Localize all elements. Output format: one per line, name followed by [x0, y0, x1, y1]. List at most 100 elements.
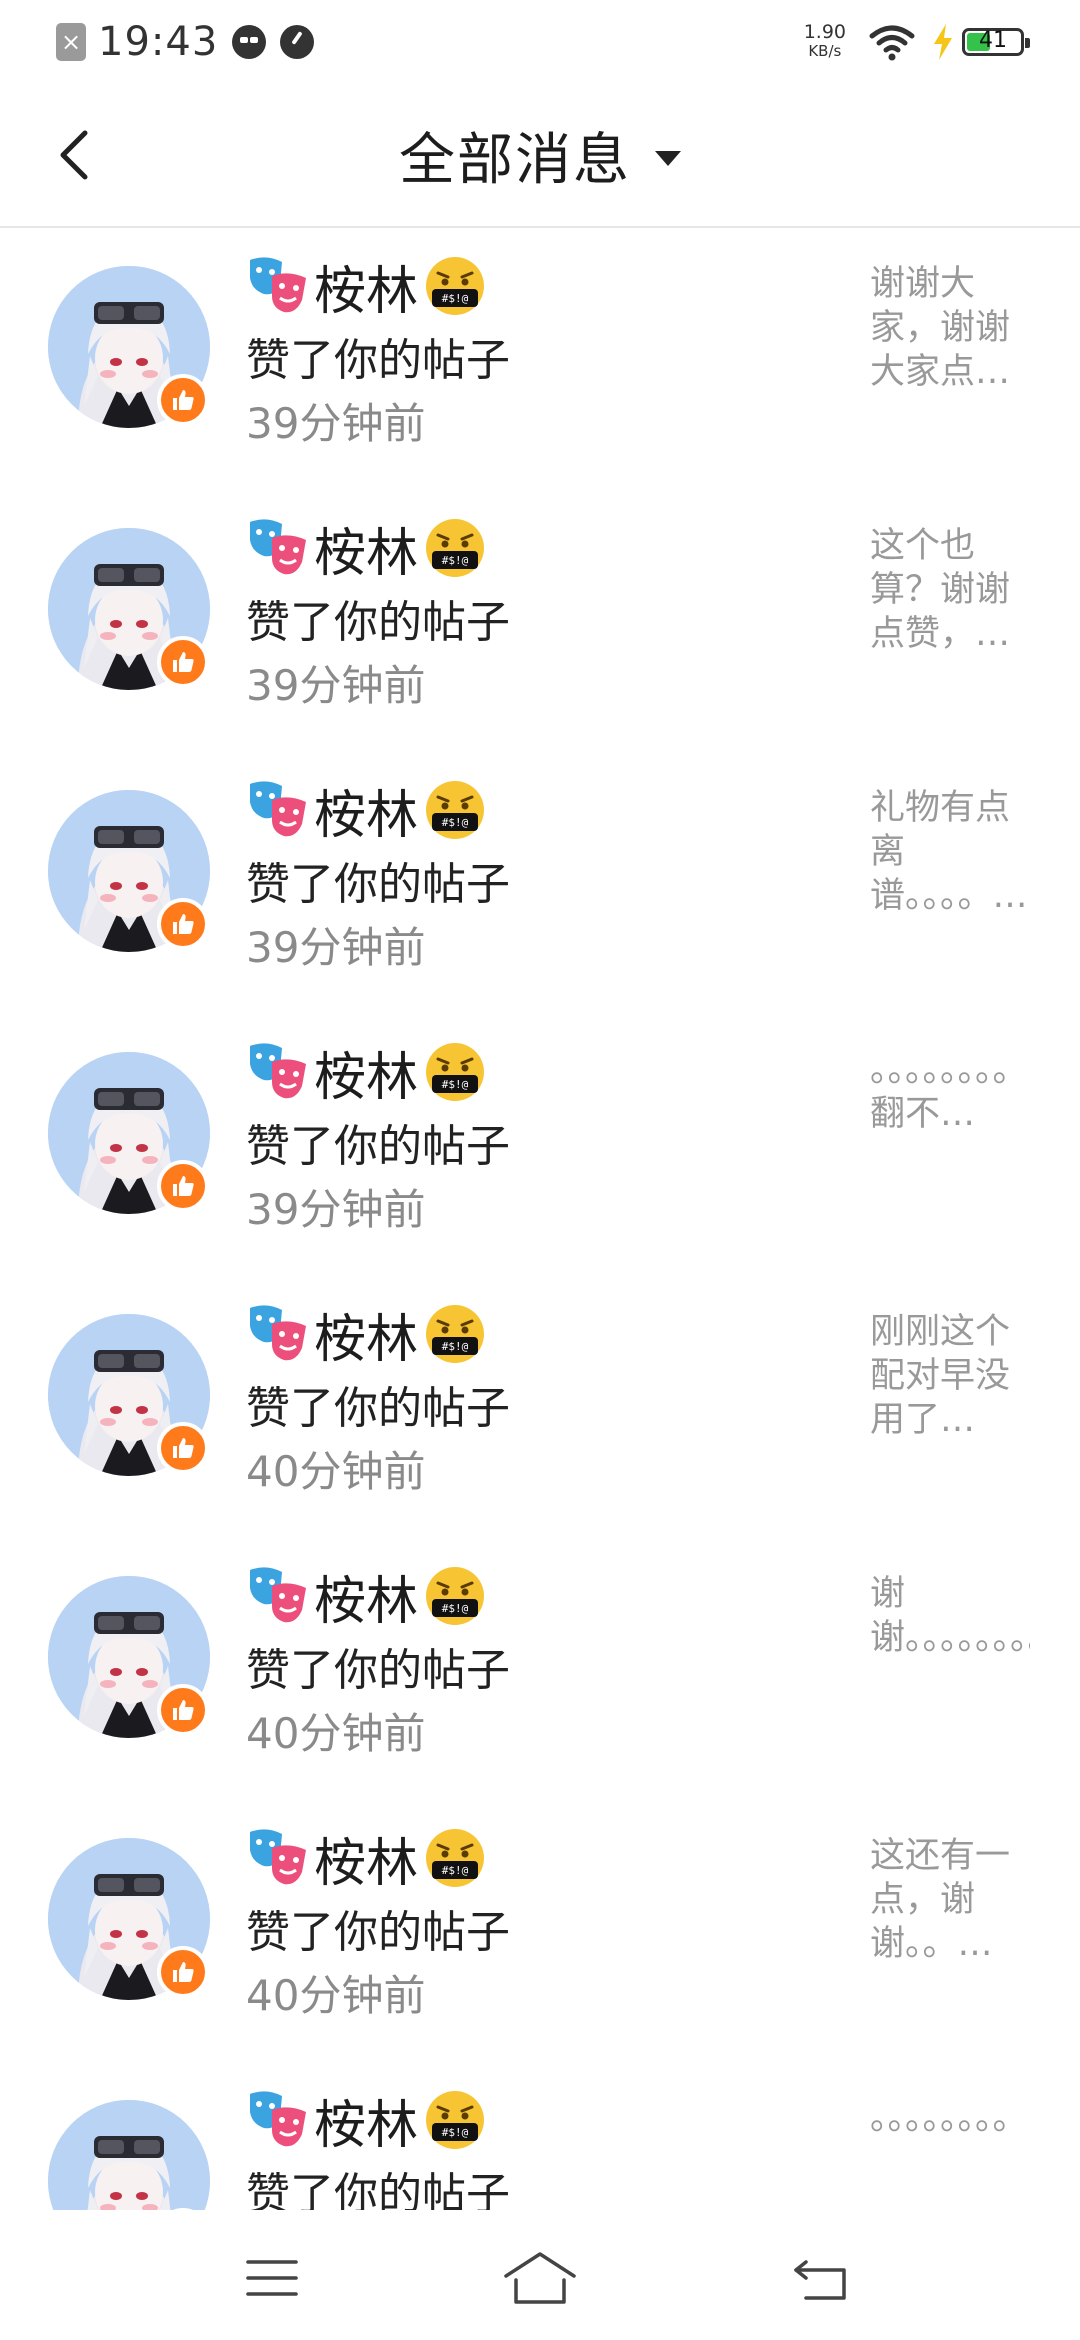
clock: 19:43: [98, 19, 219, 65]
timestamp: 39分钟前: [246, 399, 426, 448]
message-item[interactable]: 桉林 #$!@ 赞了你的帖子 40分钟前 刚刚这个配对早没用了…: [0, 1276, 1080, 1538]
like-badge-icon: [157, 1422, 209, 1474]
message-item[interactable]: 桉林 #$!@ 赞了你的帖子 40分钟前 这还有一点，谢谢。。…: [0, 1800, 1080, 2062]
message-item[interactable]: 桉林 #$!@ 赞了你的帖子 。。。。。。。。: [0, 2062, 1080, 2210]
battery-level: 41: [979, 28, 1007, 53]
cursing-face-icon: #$!@: [424, 517, 486, 579]
net-speed-unit: KB/s: [808, 42, 842, 60]
message-item[interactable]: 桉林 #$!@ 赞了你的帖子 39分钟前 。。。。。。。。翻不…: [0, 1014, 1080, 1276]
like-badge-icon: [157, 1946, 209, 1998]
message-item[interactable]: 桉林 #$!@ 赞了你的帖子 40分钟前 谢谢。。。。。。。。…: [0, 1538, 1080, 1800]
status-left: × 19:43: [56, 18, 315, 66]
action-text: 赞了你的帖子: [246, 1907, 510, 1958]
user-name: 桉林: [314, 785, 419, 846]
user-name-line[interactable]: 桉林 #$!@: [246, 778, 486, 846]
header: 全部消息: [0, 84, 1080, 228]
cursing-face-icon: #$!@: [424, 1827, 486, 1889]
post-preview[interactable]: 这还有一点，谢谢。。…: [870, 1834, 1030, 1966]
action-text: 赞了你的帖子: [246, 1645, 510, 1696]
action-text: 赞了你的帖子: [246, 859, 510, 910]
user-name-line[interactable]: 桉林 #$!@: [246, 1302, 486, 1370]
action-text: 赞了你的帖子: [246, 597, 510, 648]
page-title: 全部消息: [399, 127, 631, 193]
cursing-face-icon: #$!@: [424, 1565, 486, 1627]
home-icon: [504, 2252, 576, 2304]
like-badge-icon: [157, 636, 209, 688]
wifi-icon: [869, 25, 915, 61]
post-preview[interactable]: 刚刚这个配对早没用了…: [870, 1310, 1030, 1442]
svg-text:#$!@: #$!@: [442, 1602, 469, 1615]
cursing-face-icon: #$!@: [424, 1303, 486, 1365]
timestamp: 40分钟前: [246, 1709, 426, 1758]
svg-text:#$!@: #$!@: [442, 554, 469, 567]
user-name: 桉林: [314, 1309, 419, 1370]
post-preview[interactable]: 谢谢大家，谢谢大家点…: [870, 262, 1030, 394]
caret-down-icon: [655, 150, 681, 166]
masks-icon: [246, 778, 310, 842]
timestamp: 40分钟前: [246, 1447, 426, 1496]
user-name-line[interactable]: 桉林 #$!@: [246, 516, 486, 584]
avatar[interactable]: [48, 2100, 210, 2210]
masks-icon: [246, 1826, 310, 1890]
message-list[interactable]: 桉林 #$!@ 赞了你的帖子 39分钟前 谢谢大家，谢谢大家点… 桉林 #$!@: [0, 228, 1080, 2210]
svg-text:#$!@: #$!@: [442, 2126, 469, 2139]
user-name-line[interactable]: 桉林 #$!@: [246, 1826, 486, 1894]
back-icon: [794, 2260, 846, 2300]
action-text: 赞了你的帖子: [246, 2169, 510, 2210]
battery-icon: 41: [962, 28, 1030, 56]
user-name: 桉林: [314, 1047, 419, 1108]
menu-button[interactable]: [232, 2248, 312, 2308]
masks-icon: [246, 2088, 310, 2152]
action-text: 赞了你的帖子: [246, 1383, 510, 1434]
like-badge-icon: [157, 374, 209, 426]
system-back-button[interactable]: [782, 2248, 862, 2308]
status-right: 1.90 KB/s 41: [804, 16, 1030, 68]
svg-text:#$!@: #$!@: [442, 816, 469, 829]
timestamp: 39分钟前: [246, 1185, 426, 1234]
net-speed: 1.90 KB/s: [804, 23, 846, 61]
svg-text:#$!@: #$!@: [442, 1078, 469, 1091]
system-nav-bar: [0, 2210, 1080, 2340]
cursing-face-icon: #$!@: [424, 255, 486, 317]
user-name-line[interactable]: 桉林 #$!@: [246, 2088, 486, 2156]
masks-icon: [246, 516, 310, 580]
timestamp: 39分钟前: [246, 661, 426, 710]
cursing-face-icon: #$!@: [424, 1041, 486, 1103]
user-name-line[interactable]: 桉林 #$!@: [246, 1040, 486, 1108]
close-icon: ×: [56, 23, 86, 61]
masks-icon: [246, 254, 310, 318]
message-item[interactable]: 桉林 #$!@ 赞了你的帖子 39分钟前 礼物有点离谱。。。。…: [0, 752, 1080, 1014]
user-name: 桉林: [314, 1571, 419, 1632]
timestamp: 40分钟前: [246, 1971, 426, 2020]
post-preview[interactable]: 。。。。。。。。翻不…: [870, 1048, 1030, 1180]
post-preview[interactable]: 礼物有点离谱。。。。…: [870, 786, 1030, 918]
menu-icon: [246, 2260, 298, 2296]
timestamp: 39分钟前: [246, 923, 426, 972]
message-filter-dropdown[interactable]: 全部消息: [0, 120, 1080, 193]
post-preview[interactable]: 这个也算？谢谢点赞，…: [870, 524, 1030, 656]
gauge-icon: [280, 25, 315, 59]
masks-icon: [246, 1040, 310, 1104]
like-badge-icon: [157, 1684, 209, 1736]
message-item[interactable]: 桉林 #$!@ 赞了你的帖子 39分钟前 这个也算？谢谢点赞，…: [0, 490, 1080, 752]
masks-icon: [246, 1564, 310, 1628]
home-button[interactable]: [500, 2248, 580, 2308]
status-bar: × 19:43 1.90 KB/s 41: [0, 0, 1080, 84]
svg-text:#$!@: #$!@: [442, 292, 469, 305]
cursing-face-icon: #$!@: [424, 2089, 486, 2151]
masks-icon: [246, 1302, 310, 1366]
cat-icon: [232, 25, 267, 59]
user-name-line[interactable]: 桉林 #$!@: [246, 1564, 486, 1632]
action-text: 赞了你的帖子: [246, 1121, 510, 1172]
like-badge-icon: [157, 1160, 209, 1212]
post-preview[interactable]: 谢谢。。。。。。。。…: [870, 1572, 1030, 1704]
like-badge-icon: [157, 898, 209, 950]
charging-icon: [934, 24, 952, 60]
net-speed-value: 1.90: [803, 21, 846, 43]
post-preview[interactable]: 。。。。。。。。: [870, 2096, 1030, 2210]
message-item[interactable]: 桉林 #$!@ 赞了你的帖子 39分钟前 谢谢大家，谢谢大家点…: [0, 228, 1080, 490]
svg-text:#$!@: #$!@: [442, 1340, 469, 1353]
action-text: 赞了你的帖子: [246, 335, 510, 386]
user-name-line[interactable]: 桉林 #$!@: [246, 254, 486, 322]
user-name: 桉林: [314, 523, 419, 584]
